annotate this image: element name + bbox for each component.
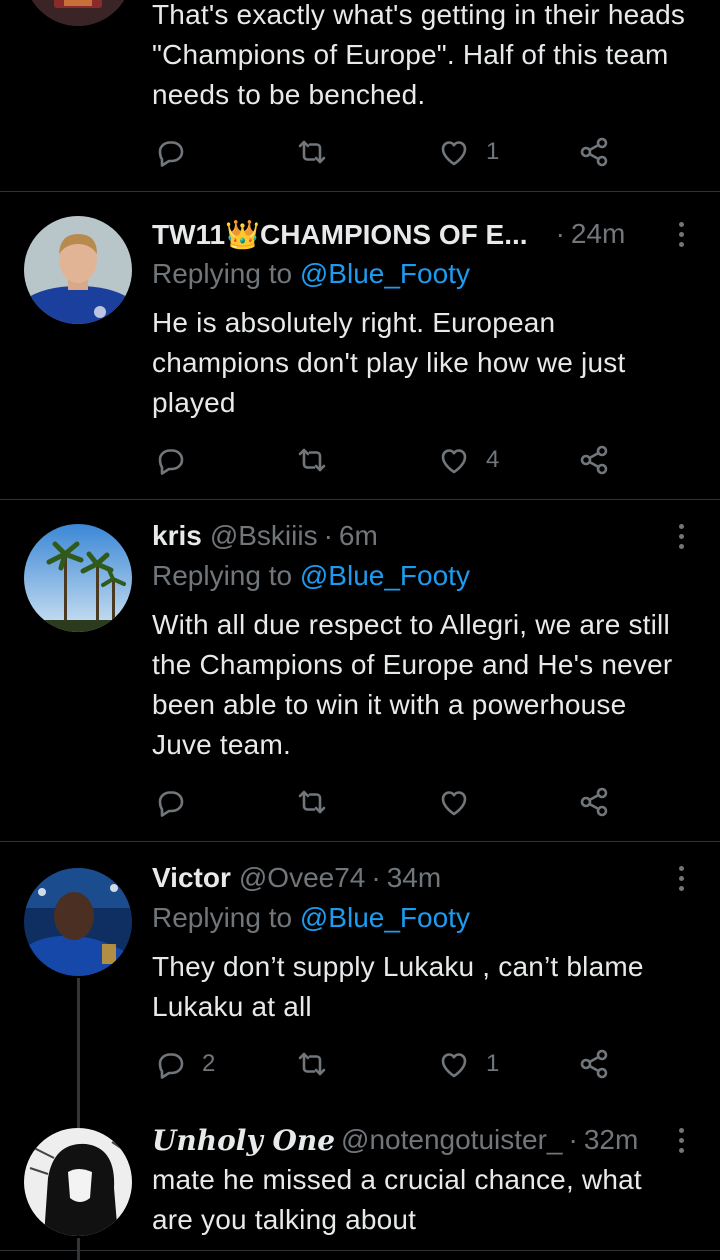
separator-dot: ·	[555, 218, 565, 249]
tweet-actions: 1	[152, 132, 622, 172]
share-icon	[580, 1049, 608, 1079]
timestamp[interactable]: 24m	[571, 218, 625, 250]
tweet-header: TW11👑CHAMPIONS OF E... · 24m	[152, 214, 696, 254]
share-icon	[580, 445, 608, 475]
user-handle[interactable]: @Ovee74	[239, 862, 366, 894]
avatar[interactable]	[24, 868, 132, 976]
timestamp[interactable]: 32m	[584, 1124, 638, 1156]
retweet-button[interactable]	[294, 440, 330, 480]
share-icon	[580, 137, 608, 167]
share-button[interactable]	[576, 132, 612, 172]
reply-button[interactable]	[152, 132, 202, 172]
reply-icon	[158, 141, 184, 167]
mention-link[interactable]: @Blue_Footy	[300, 258, 470, 289]
more-icon[interactable]	[666, 858, 696, 898]
reply-icon	[158, 1053, 184, 1079]
tweet[interactable]: Unholy One @notengotuister_ · 32m mate h…	[0, 1110, 720, 1260]
display-name[interactable]: TW11👑CHAMPIONS OF E...	[152, 218, 528, 251]
reply-button[interactable]: 2	[152, 1044, 215, 1084]
user-handle[interactable]: @notengotuister_	[341, 1124, 562, 1156]
avatar-image	[24, 216, 132, 324]
like-button[interactable]: 4	[436, 440, 499, 480]
like-button[interactable]: 1	[436, 1044, 499, 1084]
tweet[interactable]: kris @Bskiiis · 6m Replying to @Blue_Foo…	[0, 500, 720, 842]
replying-to-label: Replying to	[152, 560, 293, 591]
tweet[interactable]: That's exactly what's getting in their h…	[0, 0, 720, 192]
replying-to: Replying to @Blue_Footy	[152, 902, 470, 934]
tweet-actions: 4	[152, 440, 622, 480]
reply-icon	[158, 791, 184, 817]
like-count: 4	[486, 446, 500, 473]
tweet-header: Unholy One @notengotuister_ · 32m	[152, 1120, 696, 1160]
like-count: 1	[486, 138, 500, 165]
avatar-image	[24, 524, 132, 632]
divider	[0, 1250, 720, 1251]
retweet-icon	[298, 448, 326, 472]
avatar-image	[24, 868, 132, 976]
reply-icon	[158, 449, 184, 475]
more-icon[interactable]	[666, 214, 696, 254]
retweet-button[interactable]	[294, 782, 330, 822]
display-name[interactable]: Victor	[152, 862, 231, 894]
replying-to: Replying to @Blue_Footy	[152, 560, 470, 592]
retweet-icon	[298, 1052, 326, 1076]
more-icon[interactable]	[666, 516, 696, 556]
share-button[interactable]	[576, 440, 612, 480]
tweet-text: He is absolutely right. European champio…	[152, 307, 626, 418]
tweet-header: Victor @Ovee74 · 34m	[152, 858, 696, 898]
avatar[interactable]	[24, 524, 132, 632]
tweet-text: mate he missed a crucial chance, what ar…	[152, 1164, 642, 1235]
mention-link[interactable]: @Blue_Footy	[300, 560, 470, 591]
share-button[interactable]	[576, 1044, 612, 1084]
retweet-icon	[298, 140, 326, 164]
like-button[interactable]	[436, 782, 486, 822]
reply-count: 2	[202, 1050, 216, 1077]
retweet-button[interactable]	[294, 1044, 330, 1084]
tweet-text: With all due respect to Allegri, we are …	[152, 609, 673, 760]
like-icon	[441, 141, 467, 166]
like-button[interactable]: 1	[436, 132, 499, 172]
like-count: 1	[486, 1050, 500, 1077]
display-name[interactable]: Unholy One	[152, 1124, 335, 1157]
separator-dot: ·	[371, 862, 381, 893]
avatar-image	[24, 1128, 132, 1236]
mention-link[interactable]: @Blue_Footy	[300, 902, 470, 933]
avatar[interactable]	[24, 216, 132, 324]
tweet-text: They don’t supply Lukaku , can’t blame L…	[152, 951, 644, 1022]
tweet-text: That's exactly what's getting in their h…	[152, 0, 686, 110]
like-icon	[441, 449, 467, 474]
share-button[interactable]	[576, 782, 612, 822]
like-icon	[441, 791, 467, 816]
retweet-button[interactable]	[294, 132, 330, 172]
tweet-header: kris @Bskiiis · 6m	[152, 516, 696, 556]
display-name[interactable]: kris	[152, 520, 202, 552]
reply-button[interactable]	[152, 782, 202, 822]
tweet-actions	[152, 782, 622, 822]
replying-to-label: Replying to	[152, 258, 293, 289]
tweet[interactable]: Victor @Ovee74 · 34m Replying to @Blue_F…	[0, 842, 720, 1110]
separator-dot: ·	[323, 520, 333, 551]
avatar-image	[24, 0, 132, 26]
avatar[interactable]	[24, 0, 132, 26]
avatar[interactable]	[24, 1128, 132, 1236]
tweet-actions: 2 1	[152, 1044, 622, 1084]
like-icon	[441, 1053, 467, 1078]
timestamp[interactable]: 34m	[387, 862, 441, 894]
separator-dot: ·	[568, 1124, 578, 1155]
replying-to-label: Replying to	[152, 902, 293, 933]
retweet-icon	[298, 790, 326, 814]
timestamp[interactable]: 6m	[339, 520, 378, 552]
more-icon[interactable]	[666, 1120, 696, 1160]
user-handle[interactable]: @Bskiiis	[210, 520, 318, 552]
share-icon	[580, 787, 608, 817]
replying-to: Replying to @Blue_Footy	[152, 258, 470, 290]
tweet[interactable]: TW11👑CHAMPIONS OF E... · 24m Replying to…	[0, 192, 720, 500]
reply-button[interactable]	[152, 440, 202, 480]
